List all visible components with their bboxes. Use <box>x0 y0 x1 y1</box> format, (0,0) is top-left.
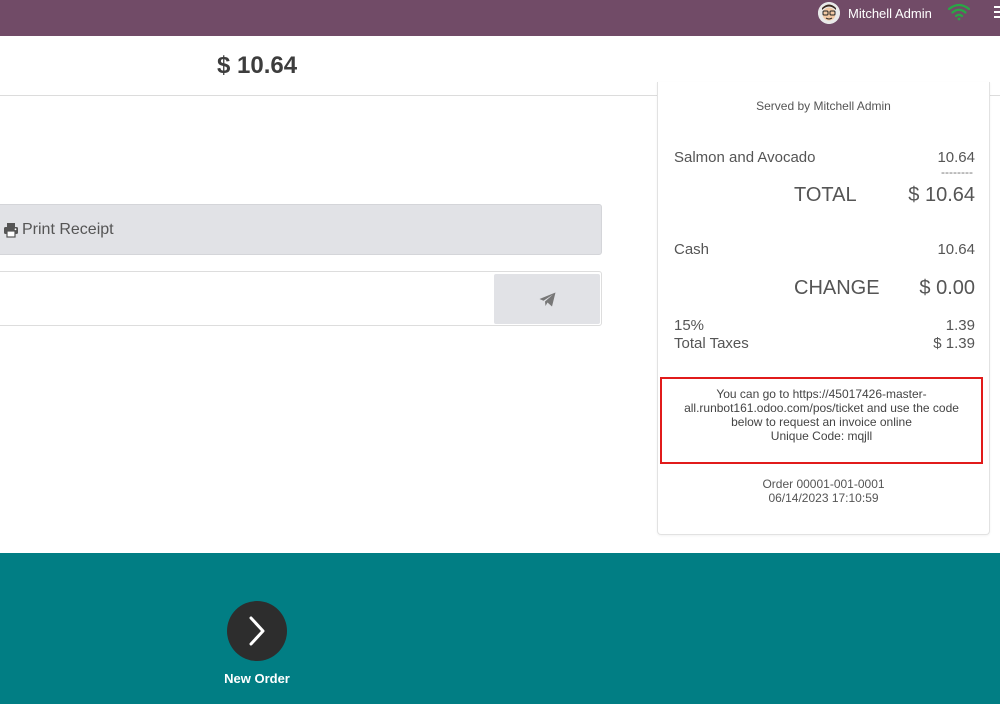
new-order-button[interactable] <box>227 601 287 661</box>
print-receipt-label: Print Receipt <box>22 220 114 238</box>
receipt-line-item: Salmon and Avocado 10.64 <box>674 149 975 169</box>
user-menu[interactable]: Mitchell Admin <box>818 2 932 24</box>
served-by: Served by Mitchell Admin <box>756 99 891 113</box>
invoice-text-line: below to request an invoice online <box>731 415 912 429</box>
chevron-right-icon <box>249 616 265 646</box>
payment-line: Cash 10.64 <box>674 241 975 261</box>
new-order-label: New Order <box>224 671 290 686</box>
product-name: Salmon and Avocado <box>674 149 816 166</box>
tax-rate: 15% <box>674 317 705 334</box>
order-datetime: 06/14/2023 17:10:59 <box>768 491 879 505</box>
tax-rate-amount: 1.39 <box>945 317 975 334</box>
order-info: Order 00001-001-0001 06/14/2023 17:10:59 <box>658 477 989 505</box>
bottom-action-bar: New Order <box>0 553 1000 704</box>
email-input[interactable] <box>3 274 483 324</box>
receipt-change: CHANGE $ 0.00 <box>674 277 975 303</box>
print-receipt-button[interactable]: Print Receipt <box>0 204 602 255</box>
invoice-text-line: You can go to https://45017426-master- <box>716 387 927 401</box>
email-receipt-form <box>0 271 602 326</box>
top-navbar: Mitchell Admin <box>0 0 1000 36</box>
order-number: Order 00001-001-0001 <box>762 477 885 491</box>
invoice-text-line: all.runbot161.odoo.com/pos/ticket and us… <box>684 401 959 415</box>
change-label: CHANGE <box>794 277 880 299</box>
total-label: TOTAL <box>794 184 857 206</box>
receipt-total: TOTAL $ 10.64 <box>674 184 975 210</box>
menu-icon[interactable] <box>994 6 1000 20</box>
printer-icon <box>4 222 18 238</box>
paper-plane-icon <box>539 292 555 306</box>
unique-code: Unique Code: mqjll <box>770 429 873 443</box>
product-price: 10.64 <box>937 149 975 166</box>
wifi-icon[interactable] <box>947 3 971 21</box>
change-value: $ 0.00 <box>919 277 975 299</box>
invoice-request-info: You can go to https://45017426-master- a… <box>660 377 983 464</box>
total-taxes: Total Taxes $ 1.39 <box>674 335 975 353</box>
payment-amount: 10.64 <box>937 241 975 258</box>
receipt: Served by Mitchell Admin Salmon and Avoc… <box>657 82 990 535</box>
subtotal-divider: -------- <box>941 165 973 179</box>
payment-method: Cash <box>674 241 710 258</box>
send-email-button[interactable] <box>494 274 600 324</box>
user-name: Mitchell Admin <box>848 5 932 21</box>
total-value: $ 10.64 <box>908 184 975 206</box>
total-taxes-label: Total Taxes <box>674 335 749 352</box>
order-total: $ 10.64 <box>217 52 298 79</box>
tax-line: 15% 1.39 <box>674 317 975 335</box>
total-taxes-value: $ 1.39 <box>933 335 975 352</box>
avatar <box>818 2 840 24</box>
